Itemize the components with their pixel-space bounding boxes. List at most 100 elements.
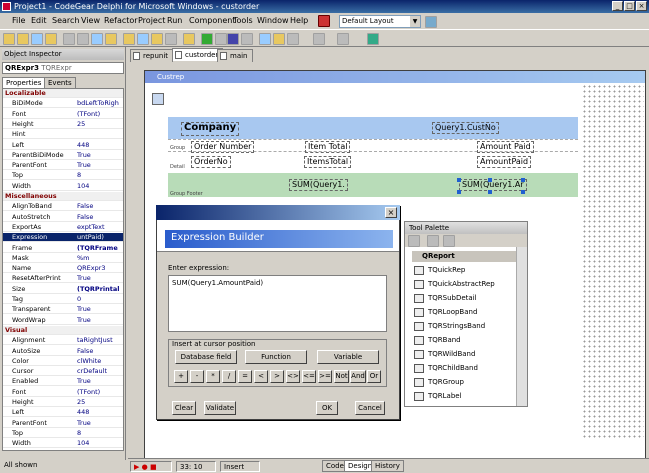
- property-value[interactable]: 104: [77, 182, 123, 191]
- trace-into-icon[interactable]: [259, 33, 271, 45]
- property-row[interactable]: Font (TFont): [3, 388, 123, 397]
- property-row[interactable]: Height 25: [3, 398, 123, 407]
- property-value[interactable]: True: [77, 419, 123, 428]
- property-row[interactable]: Left 448: [3, 408, 123, 418]
- property-row[interactable]: Hint: [3, 130, 123, 140]
- sum-itemstotal-expr[interactable]: SUM(Query1.: [289, 179, 348, 191]
- view-unit-icon[interactable]: [105, 33, 117, 45]
- save-all-icon[interactable]: [45, 33, 57, 45]
- maximize-button[interactable]: □: [624, 1, 635, 11]
- property-value[interactable]: (TQRPrintal: [77, 285, 123, 294]
- minimize-button[interactable]: _: [612, 1, 623, 11]
- categories-icon[interactable]: [408, 235, 420, 247]
- menu-run[interactable]: Run: [167, 16, 182, 25]
- stop-icon[interactable]: [241, 33, 253, 45]
- op-notequal-button[interactable]: <>: [286, 370, 300, 383]
- property-value[interactable]: False: [77, 347, 123, 356]
- palette-options-icon[interactable]: [443, 235, 455, 247]
- menu-view[interactable]: View: [81, 16, 100, 25]
- property-value[interactable]: untPaid): [77, 233, 123, 242]
- property-value[interactable]: 25: [77, 120, 123, 129]
- op-divide-button[interactable]: /: [222, 370, 236, 383]
- tool-palette-item[interactable]: TQRLoopBand: [414, 306, 514, 319]
- op-greaterequal-button[interactable]: >=: [318, 370, 332, 383]
- refresh-icon[interactable]: [367, 33, 379, 45]
- selection-handle[interactable]: [488, 190, 492, 194]
- tool-palette-item[interactable]: TQuickRep: [414, 264, 514, 277]
- validate-button[interactable]: Validate: [204, 401, 236, 415]
- property-value[interactable]: 448: [77, 141, 123, 150]
- menu-search[interactable]: Search: [52, 16, 79, 25]
- menu-project[interactable]: Project: [138, 16, 165, 25]
- tool-palette-item[interactable]: TQRChildBand: [414, 362, 514, 375]
- variable-button[interactable]: Variable: [317, 350, 379, 364]
- selection-handle[interactable]: [457, 178, 461, 182]
- menu-edit[interactable]: Edit: [31, 16, 47, 25]
- orderno-field[interactable]: OrderNo: [191, 156, 231, 168]
- op-or-button[interactable]: Or: [367, 370, 381, 383]
- property-row[interactable]: Expression untPaid): [3, 233, 123, 243]
- quickrep-icon[interactable]: [152, 93, 164, 105]
- property-row[interactable]: AlignToBand False: [3, 202, 123, 212]
- tool-palette-item[interactable]: TQRWildBand: [414, 348, 514, 361]
- property-row[interactable]: Cursor crDefault: [3, 367, 123, 377]
- component-selector[interactable]: QRExpr3 TQRExpr: [2, 62, 124, 74]
- op-not-button[interactable]: Not: [334, 370, 349, 383]
- selection-handle[interactable]: [488, 178, 492, 182]
- property-value[interactable]: bdLeftToRigh: [77, 99, 123, 108]
- property-category[interactable]: Miscellaneous: [3, 192, 123, 201]
- property-value[interactable]: True: [77, 274, 123, 283]
- op-minus-button[interactable]: -: [190, 370, 204, 383]
- property-row[interactable]: Tag 0: [3, 295, 123, 304]
- ok-button[interactable]: OK: [316, 401, 338, 415]
- amount-paid-label[interactable]: Amount Paid: [477, 141, 534, 153]
- open-project-icon[interactable]: [63, 33, 75, 45]
- property-row[interactable]: Height 25: [3, 120, 123, 129]
- property-row[interactable]: Font (TFont): [3, 110, 123, 119]
- property-row[interactable]: Size (TQRPrintal: [3, 285, 123, 294]
- clear-button[interactable]: Clear: [172, 401, 196, 415]
- property-row[interactable]: ResetAfterPrint True: [3, 274, 123, 284]
- property-value[interactable]: exptText: [77, 223, 123, 232]
- run-icon[interactable]: [201, 33, 213, 45]
- property-row[interactable]: ExportAs exptText: [3, 223, 123, 232]
- tool-palette-item[interactable]: TQRStringsBand: [414, 320, 514, 333]
- chevron-down-icon[interactable]: ▼: [410, 16, 420, 27]
- property-value[interactable]: (TFont): [77, 388, 123, 397]
- tab-history[interactable]: History: [371, 460, 404, 472]
- property-row[interactable]: Width 104: [3, 439, 123, 449]
- property-row[interactable]: ParentFont True: [3, 419, 123, 428]
- tab-properties[interactable]: Properties: [2, 77, 46, 88]
- run-to-cursor-icon[interactable]: [287, 33, 299, 45]
- property-row[interactable]: ParentBiDiMode True: [3, 151, 123, 160]
- selection-handle[interactable]: [521, 190, 525, 194]
- op-plus-button[interactable]: +: [174, 370, 188, 383]
- tab-custorder[interactable]: custorder: [172, 48, 224, 61]
- tool-palette-item[interactable]: TQuickAbstractRep: [414, 278, 514, 291]
- selection-handle[interactable]: [521, 178, 525, 182]
- menu-window[interactable]: Window: [257, 16, 289, 25]
- property-row[interactable]: Color clWhite: [3, 357, 123, 366]
- property-value[interactable]: (TFont): [77, 110, 123, 119]
- property-value[interactable]: True: [77, 305, 123, 314]
- property-value[interactable]: True: [77, 316, 123, 325]
- save-icon[interactable]: [31, 33, 43, 45]
- property-row[interactable]: WordWrap True: [3, 316, 123, 325]
- layout-select[interactable]: Default Layout ▼: [339, 15, 421, 28]
- open-icon[interactable]: [17, 33, 29, 45]
- op-equal-button[interactable]: =: [238, 370, 252, 383]
- op-multiply-button[interactable]: *: [206, 370, 220, 383]
- menu-file[interactable]: File: [12, 16, 25, 25]
- property-row[interactable]: Top 8: [3, 171, 123, 181]
- property-row[interactable]: Left 448: [3, 141, 123, 150]
- property-value[interactable]: 0: [77, 295, 123, 304]
- selection-handle[interactable]: [457, 190, 461, 194]
- property-category[interactable]: Localizable: [3, 89, 123, 98]
- property-value[interactable]: crDefault: [77, 367, 123, 376]
- run-dropdown-icon[interactable]: [215, 33, 227, 45]
- property-row[interactable]: Alignment taRightJust: [3, 336, 123, 346]
- close-icon[interactable]: ×: [385, 207, 397, 218]
- tool-palette-item[interactable]: TQRGroup: [414, 376, 514, 389]
- property-row[interactable]: Top 8: [3, 429, 123, 438]
- save-desktop-icon[interactable]: [318, 15, 330, 27]
